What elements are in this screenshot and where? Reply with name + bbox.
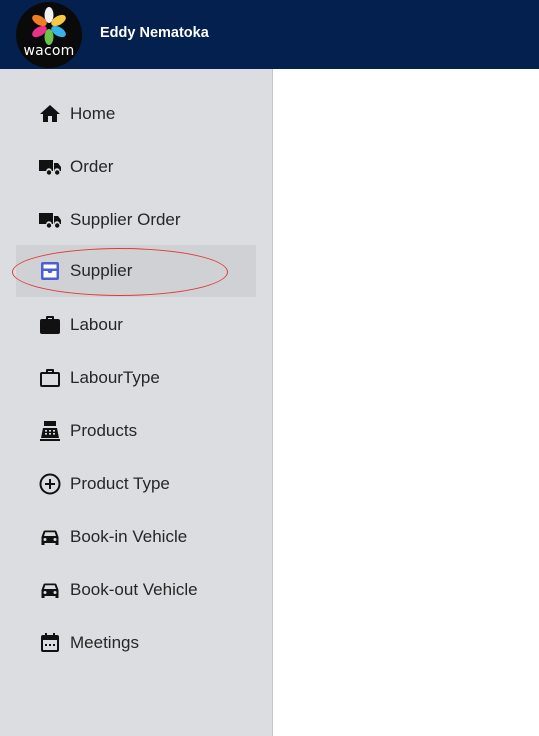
add-circle-icon: [38, 472, 62, 496]
truck-icon: [38, 155, 62, 179]
top-app-bar: wacom Eddy Nematoka: [0, 0, 539, 69]
sidebar-item-label: Order: [70, 157, 114, 176]
sidebar-item-label: Book-in Vehicle: [70, 527, 188, 546]
sidebar-item-order[interactable]: Order: [16, 141, 256, 193]
car-icon: [38, 525, 62, 549]
briefcase-outline-icon: [38, 366, 62, 390]
logo-wordmark: wacom: [23, 43, 75, 59]
calendar-icon: [38, 631, 62, 655]
sidebar-item-meetings[interactable]: Meetings: [16, 617, 256, 669]
cash-register-icon: [38, 419, 62, 443]
home-icon: [38, 102, 62, 126]
sidebar-item-label: Book-out Vehicle: [70, 580, 198, 599]
sidebar-item-products[interactable]: Products: [16, 405, 256, 457]
wacom-logo[interactable]: wacom: [16, 2, 82, 68]
sidebar-nav: Home Order Supplier Order Supplier Labou…: [0, 69, 273, 736]
main-content: [273, 69, 539, 736]
sidebar-item-home[interactable]: Home: [16, 88, 256, 140]
sidebar-item-supplier[interactable]: Supplier: [16, 245, 256, 297]
car-icon: [38, 578, 62, 602]
truck-icon: [38, 208, 62, 232]
inbox-tray-icon: [38, 259, 62, 283]
sidebar-item-label: LabourType: [70, 368, 160, 387]
sidebar-item-label: Home: [70, 104, 116, 123]
sidebar-item-label: Supplier: [70, 261, 133, 280]
sidebar-item-label: Product Type: [70, 474, 170, 493]
sidebar-item-label: Supplier Order: [70, 210, 181, 229]
user-name: Eddy Nematoka: [100, 25, 209, 41]
sidebar-item-labourtype[interactable]: LabourType: [16, 352, 256, 404]
sidebar-item-book-out-vehicle[interactable]: Book-out Vehicle: [16, 564, 256, 616]
briefcase-icon: [38, 313, 62, 337]
sidebar-item-product-type[interactable]: Product Type: [16, 458, 256, 510]
sidebar-item-label: Meetings: [70, 633, 139, 652]
sidebar-item-book-in-vehicle[interactable]: Book-in Vehicle: [16, 511, 256, 563]
sidebar-item-label: Labour: [70, 315, 123, 334]
sidebar-item-supplier-order[interactable]: Supplier Order: [16, 194, 256, 246]
sidebar-item-labour[interactable]: Labour: [16, 299, 256, 351]
sidebar-item-label: Products: [70, 421, 138, 440]
